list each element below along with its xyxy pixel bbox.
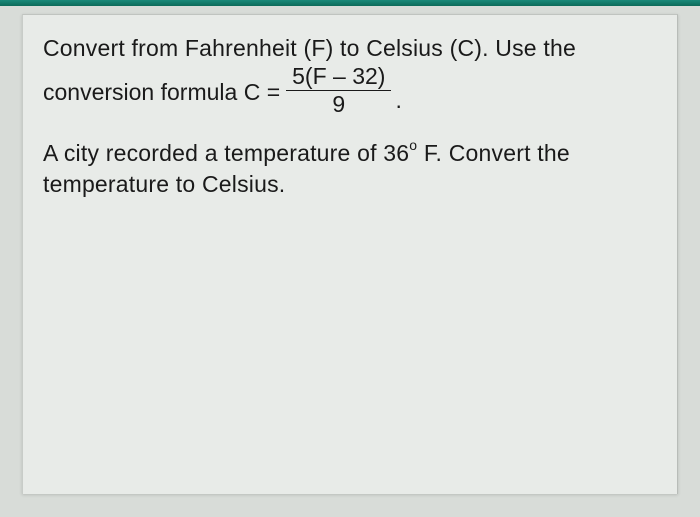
formula-denominator: 9 <box>332 91 345 117</box>
degree-symbol: o <box>409 137 417 153</box>
window-top-bar <box>0 0 700 6</box>
problem-page: Convert from Fahrenheit (F) to Celsius (… <box>22 14 678 494</box>
formula-numerator: 5(F – 32) <box>286 64 391 91</box>
formula-period: . <box>395 87 401 114</box>
formula-fraction: 5(F – 32) 9 <box>286 64 391 118</box>
formula-prefix: conversion formula C = <box>43 79 280 106</box>
question-text: A city recorded a temperature of 36o F. … <box>43 138 657 200</box>
formula-row: conversion formula C = 5(F – 32) 9 . <box>43 66 657 120</box>
intro-text: Convert from Fahrenheit (F) to Celsius (… <box>43 33 657 64</box>
question-part1: A city recorded a temperature of 36 <box>43 140 409 166</box>
